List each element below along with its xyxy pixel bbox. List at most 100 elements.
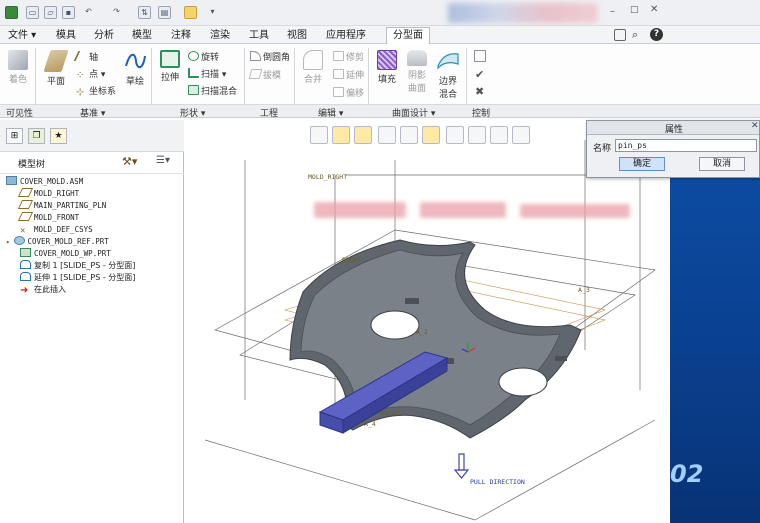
tree-item-copy[interactable]: 复制 1 [SLIDE_PS - 分型面]	[20, 260, 135, 272]
spin-center-icon[interactable]	[378, 126, 396, 144]
extrude-button[interactable]: 拉伸	[156, 50, 184, 83]
swept-blend-label: 扫描混合	[201, 87, 238, 97]
saved-views-icon[interactable]	[310, 126, 328, 144]
sketch-button[interactable]: 草绘	[120, 50, 150, 87]
expand-arrow-icon[interactable]: ▸	[6, 237, 11, 246]
tree-item-datum[interactable]: MOLD_FRONT	[17, 212, 80, 224]
file-menu[interactable]: 文件 ▾	[2, 28, 50, 43]
regenerate-icon[interactable]: ⇅	[138, 6, 151, 19]
open-folder-icon[interactable]: ▱	[44, 6, 57, 19]
ok-button[interactable]: 确定	[619, 157, 665, 171]
point-button[interactable]: ⁘ 点 ▾	[76, 67, 105, 81]
maximize-icon[interactable]: □	[630, 5, 639, 15]
right-label: RIGHT	[342, 256, 362, 264]
axis-display-icon[interactable]	[354, 126, 372, 144]
extend-icon	[333, 69, 344, 79]
refit-icon[interactable]	[446, 126, 464, 144]
annotation-display-icon[interactable]	[400, 126, 418, 144]
new-file-icon[interactable]: ▭	[26, 6, 39, 19]
csys-button[interactable]: ⊹ 坐标系	[76, 84, 116, 98]
layer-tree-tab-icon[interactable]: ❐	[28, 128, 45, 144]
tab-parting-surface[interactable]: 分型面	[386, 27, 430, 44]
pull-direction-label: PULL DIRECTION	[470, 478, 525, 486]
cancel-x-icon[interactable]: ✖	[475, 85, 484, 98]
merge-button[interactable]: 合并	[300, 50, 326, 85]
revolve-icon	[188, 51, 199, 61]
customize-quick-access-icon[interactable]: ▾	[206, 6, 219, 19]
graphics-viewport[interactable]	[185, 120, 670, 523]
plane-button[interactable]: 平面	[42, 50, 70, 87]
axis-button[interactable]: 轴	[73, 50, 98, 63]
help-icon[interactable]: ?	[650, 28, 663, 41]
tree-columns-icon[interactable]: ☰▾	[156, 155, 170, 166]
tree-item-workpiece[interactable]: COVER_MOLD_WP.PRT	[20, 248, 111, 260]
favorites-tab-icon[interactable]: ★	[50, 128, 67, 144]
tab-view[interactable]: 视图	[281, 28, 313, 43]
model-tree-tab-icon[interactable]: ⊞	[6, 128, 23, 144]
tree-item-label: COVER_MOLD_REF.PRT	[27, 237, 109, 246]
shadow-surface-button[interactable]: 阴影 曲面	[404, 50, 430, 94]
tree-item-insert-here[interactable]: ➜ 在此插入	[20, 284, 66, 296]
tree-item-csys[interactable]: ✕ MOLD_DEF_CSYS	[20, 224, 93, 236]
tree-item-assembly[interactable]: COVER_MOLD.ASM	[6, 176, 83, 188]
tab-model[interactable]: 模型	[126, 28, 158, 43]
minimize-icon[interactable]: –	[610, 6, 615, 17]
accept-check-icon[interactable]: ✔	[475, 68, 484, 81]
sweep-button[interactable]: 扫描 ▾	[188, 67, 226, 80]
dialog-close-icon[interactable]: ✕	[751, 121, 759, 131]
name-label: 名称	[593, 144, 612, 154]
search-icon[interactable]: ⌕	[632, 28, 638, 42]
boundary-blend-button[interactable]: 边界 混合	[434, 50, 462, 100]
undo-icon[interactable]: ↶	[82, 6, 95, 19]
tab-render[interactable]: 渲染	[204, 28, 236, 43]
tree-item-label: COVER_MOLD_WP.PRT	[34, 249, 111, 258]
zoom-out-icon[interactable]	[490, 126, 508, 144]
draft-button[interactable]: 拔模	[248, 68, 281, 81]
group-datum[interactable]: 基准 ▾	[80, 106, 105, 119]
windows-icon[interactable]: ▤	[158, 6, 171, 19]
display-style-icon[interactable]	[534, 126, 542, 144]
trim-button[interactable]: 修剪	[333, 50, 364, 63]
group-control[interactable]: 控制	[472, 106, 490, 119]
tree-item-datum[interactable]: MOLD_RIGHT	[17, 188, 79, 200]
offset-button[interactable]: 偏移	[333, 86, 364, 99]
close-icon[interactable]: ✕	[650, 4, 658, 15]
ribbon-minimize-icon[interactable]	[614, 29, 626, 41]
tab-annotate[interactable]: 注释	[165, 28, 197, 43]
redo-icon[interactable]: ↷	[110, 6, 123, 19]
shade-button[interactable]: 着色	[5, 50, 31, 85]
tree-item-datum[interactable]: MAIN_PARTING_PLN	[17, 200, 106, 212]
tab-tools[interactable]: 工具	[243, 28, 275, 43]
view-toolbar	[310, 126, 542, 146]
properties-button[interactable]	[474, 50, 488, 64]
close-window-icon[interactable]	[184, 6, 197, 19]
zoom-in-icon[interactable]	[468, 126, 486, 144]
group-editing[interactable]: 编辑 ▾	[318, 106, 343, 119]
tab-mold[interactable]: 模具	[50, 28, 82, 43]
cancel-button[interactable]: 取消	[699, 157, 745, 171]
group-engineering[interactable]: 工程	[260, 106, 278, 119]
title-bar: ▭ ▱ ▪ ↶ ↷ ⇅ ▤ ▾ – □ ✕	[0, 0, 760, 26]
axis-a2-label: A_2	[416, 328, 428, 336]
name-input[interactable]: pin_ps	[615, 139, 757, 152]
csys-display-icon[interactable]	[422, 126, 440, 144]
tab-applications[interactable]: 应用程序	[320, 28, 372, 43]
tab-analysis[interactable]: 分析	[88, 28, 120, 43]
extend-button[interactable]: 延伸	[333, 68, 364, 81]
revolve-button[interactable]: 旋转	[188, 50, 219, 63]
group-surface-design[interactable]: 曲面设计 ▾	[392, 106, 435, 119]
fill-button[interactable]: 填充	[374, 50, 400, 85]
tree-item-extend[interactable]: 延伸 1 [SLIDE_PS - 分型面]	[20, 272, 135, 284]
save-icon[interactable]: ▪	[62, 6, 75, 19]
group-shapes[interactable]: 形状 ▾	[180, 106, 205, 119]
tree-item-part[interactable]: ▸ COVER_MOLD_REF.PRT	[6, 236, 109, 248]
repaint-icon[interactable]	[512, 126, 530, 144]
group-visibility[interactable]: 可见性	[6, 106, 33, 119]
round-button[interactable]: 倒圆角	[250, 50, 290, 63]
sketch-label: 草绘	[125, 77, 144, 87]
datum-display-icon[interactable]	[332, 126, 350, 144]
tree-settings-icon[interactable]: ⚒▾	[122, 155, 137, 168]
tree-item-label: MOLD_FRONT	[34, 213, 80, 222]
dialog-title: 属性	[665, 125, 684, 135]
swept-blend-button[interactable]: 扫描混合	[188, 84, 237, 97]
